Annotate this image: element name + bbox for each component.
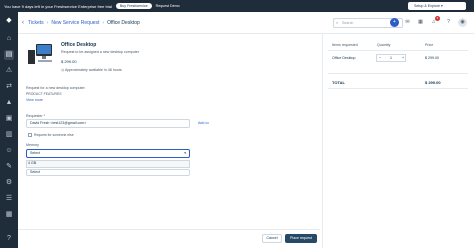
setup-label: Setup & Explore (414, 4, 440, 8)
trial-text: You have 9 days left in your Freshservic… (4, 3, 112, 9)
page-header: ‹ Tickets › New Service Request › Office… (18, 12, 474, 34)
breadcrumb-separator: › (102, 19, 105, 26)
order-summary (322, 34, 474, 248)
memory-dropdown (26, 160, 190, 168)
search-icon: ⌕ (336, 20, 339, 25)
release-icon[interactable]: ▲ (4, 98, 14, 108)
summary-divider (328, 50, 468, 51)
announcement-icon[interactable]: ✉ (403, 18, 412, 27)
place-request-button[interactable]: Place request (285, 234, 317, 243)
avatar[interactable]: ◉ (458, 18, 467, 27)
new-item-icon[interactable]: + (390, 18, 399, 27)
notification-badge: 5 (435, 16, 440, 21)
product-description: Request to be assigned a new desktop com… (61, 50, 139, 54)
apps-icon[interactable]: ▦ (4, 210, 14, 220)
breadcrumb-separator: › (46, 19, 49, 26)
logo-icon[interactable]: ◆ (4, 16, 14, 26)
buy-button[interactable]: Buy Freshservice (115, 3, 152, 9)
requester-field[interactable]: David Fresh <test123@gmail.com> (26, 119, 190, 128)
memory-label: Memory (26, 143, 39, 147)
dashboard-icon[interactable]: ⌂ (4, 34, 14, 44)
summary-divider (328, 73, 468, 74)
col-price: Price (425, 43, 434, 47)
request-demo-link[interactable]: Request Demo (156, 4, 180, 8)
asset-icon[interactable]: ▣ (4, 114, 14, 124)
settings-icon[interactable]: ⚙ (4, 178, 14, 188)
cancel-button[interactable]: Cancel (262, 234, 282, 243)
second-select[interactable]: Select (26, 169, 190, 176)
second-select-value: Select (30, 170, 40, 174)
search-placeholder: Search (342, 21, 354, 25)
report-icon[interactable]: ▥ (4, 130, 14, 140)
product-features-label: PRODUCT FEATURES (26, 92, 62, 96)
total-label: TOTAL (332, 80, 345, 85)
apps-grid-icon[interactable]: ▦ (416, 18, 425, 27)
change-icon[interactable]: ⇄ (4, 82, 14, 92)
setup-explore-button[interactable]: Setup & Explore ▾ (408, 2, 466, 10)
requester-label: Requester * (26, 114, 45, 118)
quantity-stepper[interactable]: − 1 + (376, 54, 406, 62)
breadcrumb-current: Office Desktop (107, 19, 140, 26)
breadcrumb-tickets[interactable]: Tickets (28, 20, 44, 26)
summary-divider (328, 88, 468, 89)
add-cc-link[interactable]: Add cc (198, 121, 209, 125)
memory-select[interactable]: Select ▾ (26, 149, 190, 158)
chevron-down-icon: ▾ (184, 151, 186, 155)
availability: ◷ Approximately available in 48 hours (61, 68, 122, 72)
tool-icon[interactable]: ✎ (4, 162, 14, 172)
sidebar: ◆ ⌂ ▤ ⚠ ⇄ ▲ ▣ ▥ ☺ ✎ ⚙ ☰ ▦ ? (0, 12, 18, 248)
decrement-icon[interactable]: − (379, 56, 381, 60)
product-price: $ 299.00 (61, 59, 77, 64)
clock-icon: ◷ (61, 68, 65, 72)
view-more-link[interactable]: View more (26, 98, 43, 102)
requester-value: David Fresh <test123@gmail.com> (30, 121, 87, 125)
request-text: Request for a new desktop computer. (26, 86, 86, 90)
contact-icon[interactable]: ☺ (4, 146, 14, 156)
help-circle-icon[interactable]: ? (444, 18, 453, 27)
col-quantity: Quantity (377, 43, 391, 47)
col-items-requested: Items requested (332, 43, 358, 47)
total-value: $ 299.00 (425, 80, 441, 85)
someone-else-label: Request for someone else (34, 132, 74, 137)
item-name: Office Desktop (332, 56, 356, 60)
breadcrumb-new-service-request[interactable]: New Service Request (51, 20, 99, 26)
memory-select-value: Select (30, 151, 40, 155)
admin-icon[interactable]: ☰ (4, 194, 14, 204)
trial-banner: You have 9 days left in your Freshservic… (0, 0, 474, 12)
problem-icon[interactable]: ⚠ (4, 66, 14, 76)
back-arrow-icon[interactable]: ‹ (22, 20, 24, 26)
desktop-product-image (28, 44, 52, 64)
availability-text: Approximately available in 48 hours (64, 68, 122, 72)
dropdown-option[interactable]: 4 GB (28, 161, 36, 165)
someone-else-checkbox[interactable] (28, 133, 32, 137)
ticket-icon[interactable]: ▤ (4, 50, 14, 60)
item-price: $ 299.00 (425, 56, 439, 60)
help-icon[interactable]: ? (4, 234, 14, 244)
main-panel: Office Desktop Request to be assigned a … (18, 34, 320, 248)
quantity-value: 1 (390, 56, 392, 60)
increment-icon[interactable]: + (402, 56, 404, 60)
product-title: Office Desktop (61, 42, 97, 48)
